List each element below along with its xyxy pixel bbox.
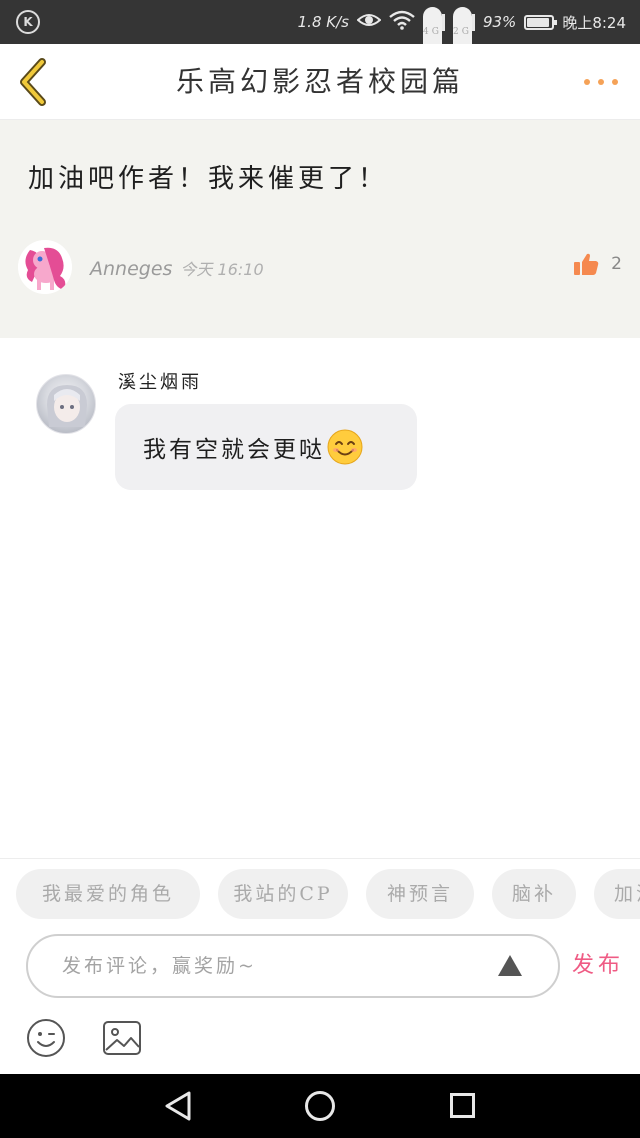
like-button[interactable]: 2: [573, 252, 622, 276]
signal-4g-icon: 4G: [422, 7, 445, 57]
comment-author[interactable]: Anneges: [90, 258, 172, 280]
more-button[interactable]: [584, 74, 618, 90]
image-icon: [103, 1021, 141, 1055]
comment-time: 今天 16:10: [180, 260, 264, 279]
page-title: 乐高幻影忍者校园篇: [175, 65, 464, 98]
expand-triangle-icon[interactable]: [498, 955, 522, 976]
like-count: 2: [611, 254, 622, 274]
smiley-icon: [27, 1019, 65, 1057]
tag-chip[interactable]: 我站的CP: [218, 869, 348, 919]
nav-back-icon[interactable]: [163, 1090, 193, 1122]
comment-input-placeholder: 发布评论，赢奖励~: [62, 955, 257, 977]
clock: 晚上8:24: [562, 13, 626, 32]
more-dots-icon: [584, 79, 590, 85]
tag-chip[interactable]: 我最爱的角色: [16, 869, 200, 919]
wifi-icon: [389, 10, 415, 34]
comment-meta: Anneges 今天 16:10: [90, 256, 264, 280]
tag-chip[interactable]: 脑补: [492, 869, 576, 919]
original-comment: 加油吧作者！我来催更了！ Anneges 今天 16:10 2: [0, 120, 640, 338]
smiling-emoji-icon: [327, 429, 363, 465]
publish-button[interactable]: 发布: [572, 934, 624, 998]
nav-recent-apps-icon[interactable]: [450, 1093, 475, 1118]
tag-chip[interactable]: 加油: [594, 869, 640, 919]
reply-bubble: 我有空就会更哒: [115, 404, 417, 490]
status-bar-right: 1.8 K/s 4G 2G 93% 晚上8:24: [297, 0, 626, 57]
image-button[interactable]: [102, 1020, 142, 1056]
status-bar: K 1.8 K/s 4G 2G 93% 晚上8:24: [0, 0, 640, 57]
emoji-button[interactable]: [26, 1018, 66, 1058]
comment-input[interactable]: 发布评论，赢奖励~: [26, 934, 560, 998]
anime-avatar-icon: [47, 385, 87, 427]
reply-author[interactable]: 溪尘烟雨: [118, 368, 202, 394]
reply-avatar[interactable]: [36, 374, 96, 434]
battery-percent: 93%: [482, 13, 517, 31]
comment-text: 加油吧作者！我来催更了！: [28, 164, 389, 194]
tag-chip[interactable]: 神预言: [366, 869, 474, 919]
pony-avatar-icon: [18, 240, 72, 294]
quick-tags: 我最爱的角色 我站的CP 神预言 脑补 加油: [0, 858, 640, 930]
nav-home-icon[interactable]: [305, 1091, 335, 1121]
network-speed: 1.8 K/s: [297, 13, 349, 31]
eye-comfort-icon: [356, 11, 382, 33]
reply-text: 我有空就会更哒: [143, 437, 325, 463]
app-k-icon: K: [16, 10, 40, 34]
battery-icon: [524, 14, 558, 30]
top-bar: 乐高幻影忍者校园篇: [0, 44, 640, 120]
signal-2g-icon: 2G: [452, 7, 475, 57]
system-nav-bar: [0, 1074, 640, 1138]
thumbs-up-icon: [574, 253, 599, 275]
avatar[interactable]: [18, 240, 72, 294]
